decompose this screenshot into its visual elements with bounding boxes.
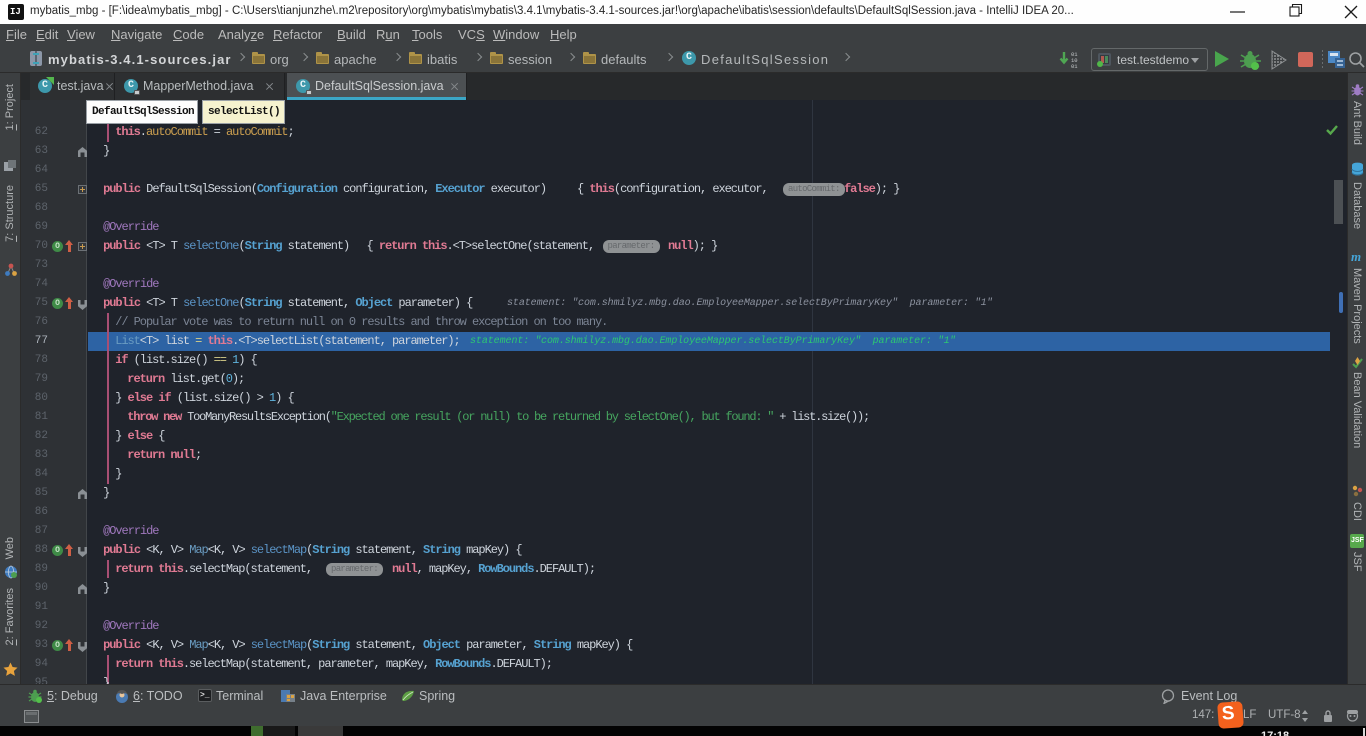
svg-text:01: 01 [1071, 63, 1078, 70]
